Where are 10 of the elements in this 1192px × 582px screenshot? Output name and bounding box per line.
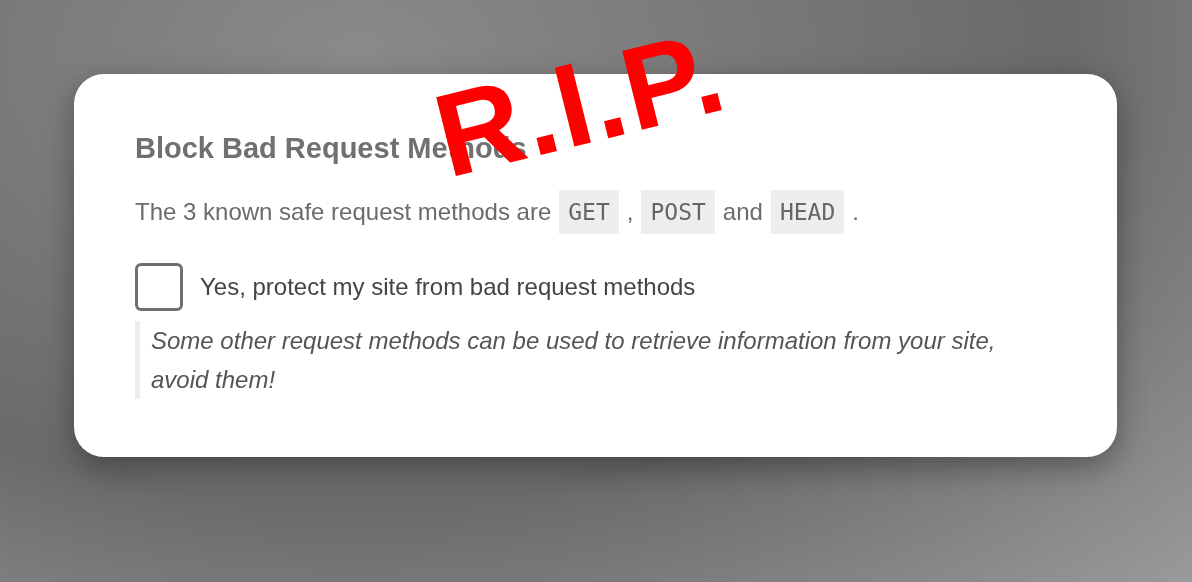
method-code: POST <box>641 190 715 234</box>
checkbox-label[interactable]: Yes, protect my site from bad request methods <box>200 273 696 301</box>
intro-text: . <box>852 198 859 226</box>
method-code: GET <box>559 190 619 234</box>
method-code: HEAD <box>770 190 845 234</box>
checkbox[interactable] <box>135 263 183 311</box>
intro-text: and <box>722 198 763 226</box>
intro-text: , <box>626 198 634 226</box>
hint-note: Some other request methods can be used to retrieve information from your site, avoid them! <box>135 321 1057 399</box>
intro-text: The 3 known safe request methods are <box>135 198 552 226</box>
